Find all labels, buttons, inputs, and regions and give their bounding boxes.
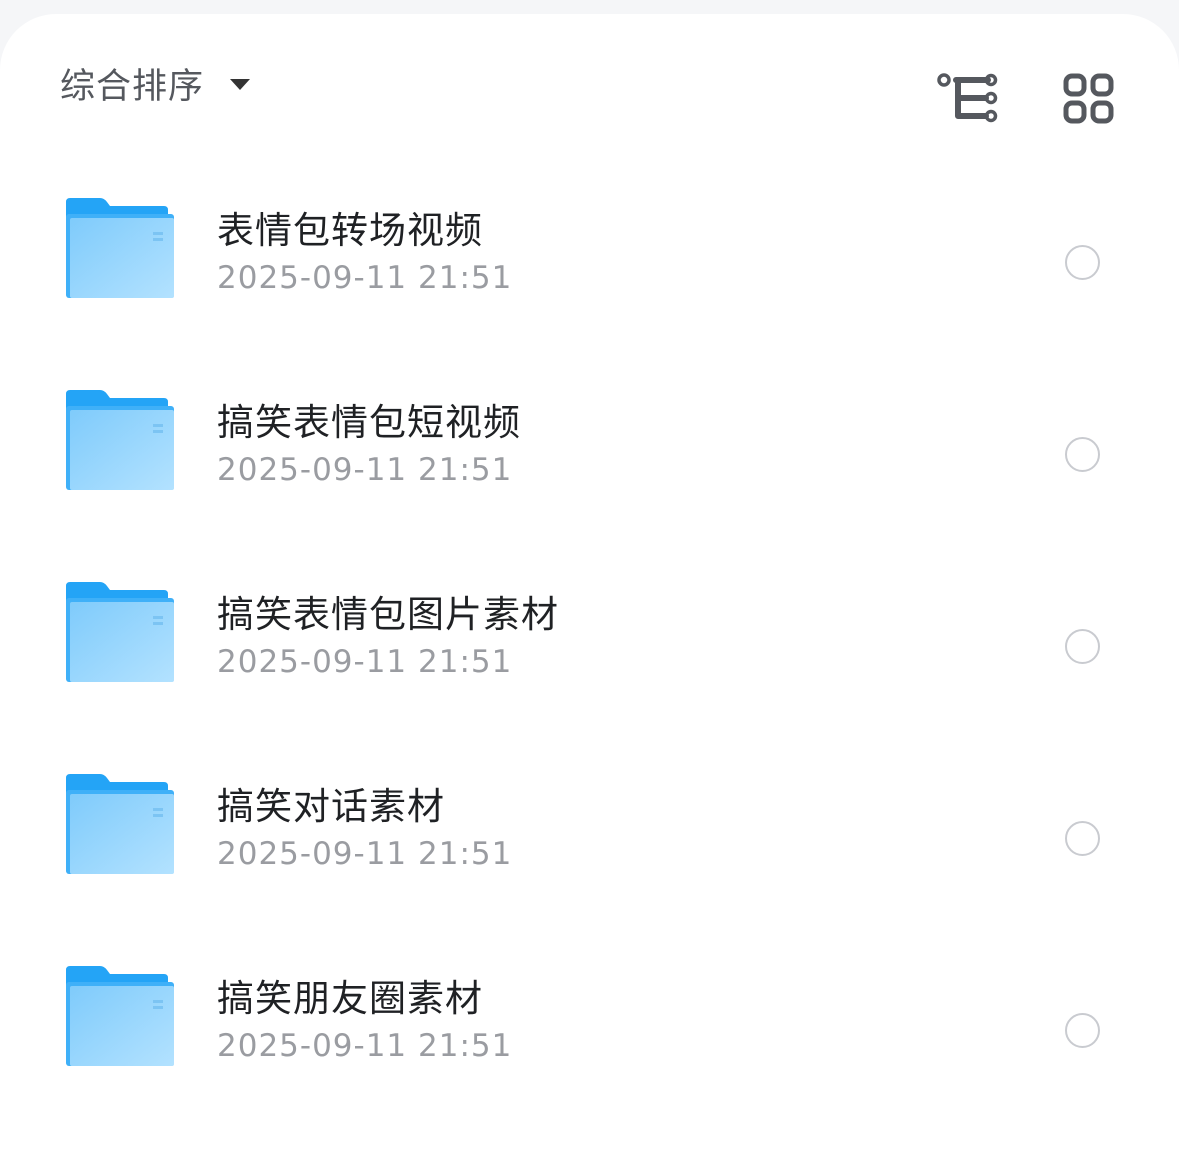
folder-icon — [66, 198, 174, 298]
caret-down-icon — [230, 78, 251, 90]
folder-name: 搞笑表情包图片素材 — [217, 593, 559, 636]
file-list-panel: 综合排序 表情包转场视频 2025-09-11 21:51 搞笑表情包短视频 2… — [0, 14, 1179, 1150]
folder-name: 搞笑对话素材 — [217, 785, 445, 828]
tree-view-button[interactable] — [936, 70, 1000, 126]
folder-modified-time: 2025-09-11 21:51 — [217, 1028, 513, 1064]
list-item[interactable]: 搞笑朋友圈素材 2025-09-11 21:51 — [0, 922, 1179, 1114]
folder-icon — [66, 774, 174, 874]
select-radio[interactable] — [1065, 245, 1100, 280]
folder-name: 搞笑朋友圈素材 — [217, 977, 483, 1020]
folder-name: 搞笑表情包短视频 — [217, 401, 521, 444]
folder-icon — [66, 582, 174, 682]
list-item[interactable]: 搞笑表情包图片素材 2025-09-11 21:51 — [0, 538, 1179, 730]
list-item[interactable]: 搞笑对话素材 2025-09-11 21:51 — [0, 730, 1179, 922]
select-radio[interactable] — [1065, 629, 1100, 664]
list-item[interactable]: 表情包转场视频 2025-09-11 21:51 — [0, 154, 1179, 346]
select-radio[interactable] — [1065, 437, 1100, 472]
folder-modified-time: 2025-09-11 21:51 — [217, 260, 513, 296]
folder-icon — [66, 966, 174, 1066]
select-radio[interactable] — [1065, 1013, 1100, 1048]
tree-structure-icon — [937, 73, 998, 123]
toolbar: 综合排序 — [0, 14, 1179, 154]
folder-icon — [66, 390, 174, 490]
sort-dropdown[interactable]: 综合排序 — [60, 60, 251, 107]
grid-view-icon — [1063, 73, 1114, 124]
select-radio[interactable] — [1065, 821, 1100, 856]
grid-view-button[interactable] — [1062, 72, 1116, 126]
folder-modified-time: 2025-09-11 21:51 — [217, 836, 513, 872]
list-item[interactable]: 搞笑表情包短视频 2025-09-11 21:51 — [0, 346, 1179, 538]
folder-modified-time: 2025-09-11 21:51 — [217, 644, 513, 680]
folder-name: 表情包转场视频 — [217, 209, 483, 252]
folder-modified-time: 2025-09-11 21:51 — [217, 452, 513, 488]
sort-label: 综合排序 — [60, 66, 205, 107]
